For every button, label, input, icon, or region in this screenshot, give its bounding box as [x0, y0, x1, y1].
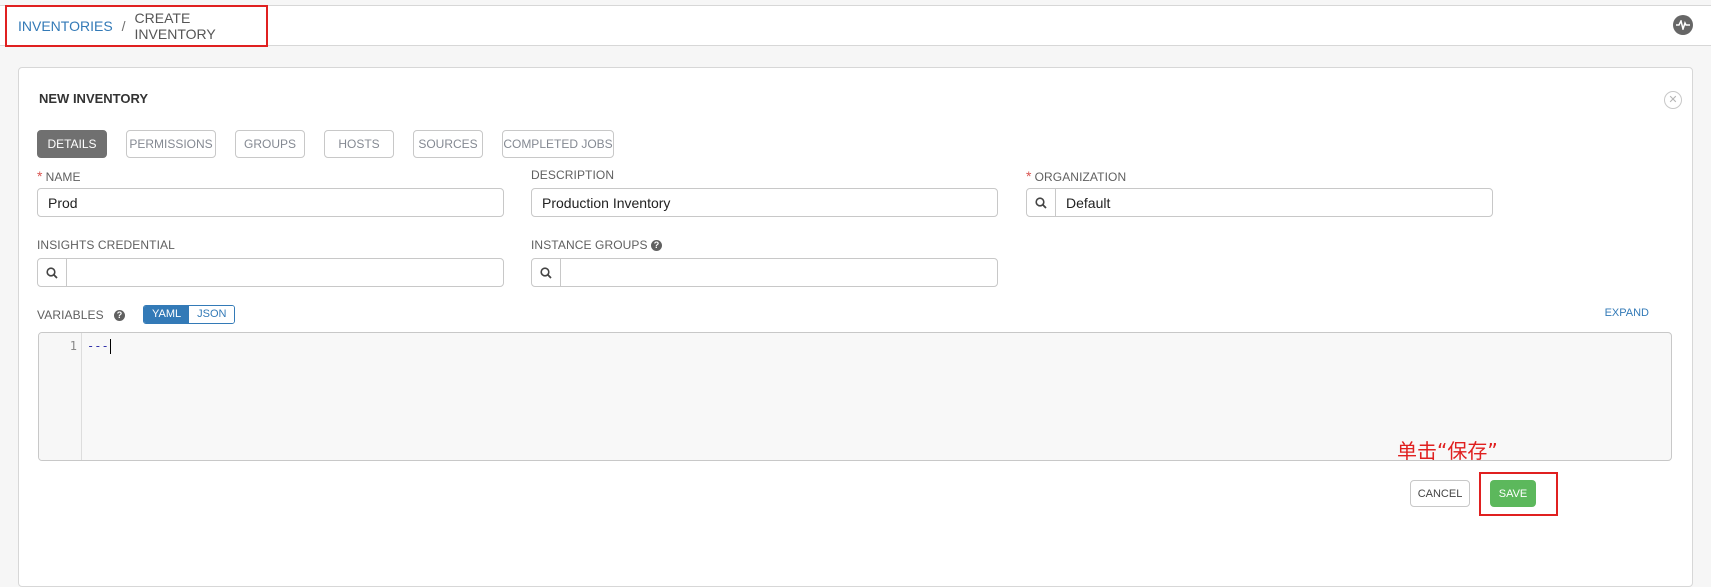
new-inventory-panel: NEW INVENTORY ✕ DETAILS PERMISSIONS GROU… [18, 67, 1693, 587]
breadcrumb-current: CREATE INVENTORY [134, 10, 216, 42]
tab-permissions[interactable]: PERMISSIONS [126, 130, 216, 158]
text-cursor [109, 339, 111, 354]
insights-credential-label: INSIGHTS CREDENTIAL [37, 238, 175, 252]
organization-value: Default [1066, 194, 1111, 211]
expand-link[interactable]: EXPAND [1605, 307, 1649, 319]
annotation-callout: 单击“保存” [1397, 439, 1498, 463]
editor-gutter: 1 [39, 333, 82, 460]
cancel-button[interactable]: CANCEL [1410, 480, 1470, 507]
editor-content[interactable]: --- [87, 339, 111, 354]
tab-hosts[interactable]: HOSTS [324, 130, 394, 158]
close-icon[interactable]: ✕ [1664, 91, 1682, 109]
help-icon[interactable]: ? [114, 310, 126, 322]
top-bar: INVENTORIES / CREATE INVENTORY [0, 5, 1711, 47]
tab-completed-jobs[interactable]: COMPLETED JOBS [502, 130, 614, 158]
save-button[interactable]: SAVE [1490, 480, 1536, 507]
activity-stream-icon[interactable] [1673, 15, 1693, 35]
help-icon[interactable]: ? [651, 240, 663, 252]
required-marker: * [37, 168, 43, 184]
panel-title: NEW INVENTORY [39, 91, 149, 106]
breadcrumb-inventories-link[interactable]: INVENTORIES [18, 18, 113, 34]
json-toggle[interactable]: JSON [189, 306, 235, 323]
variables-format-toggle: YAML JSON [143, 305, 236, 324]
instance-groups-field[interactable] [531, 258, 998, 287]
organization-label: * ORGANIZATION [1026, 168, 1127, 184]
breadcrumb-separator: / [121, 18, 126, 34]
instance-groups-label: INSTANCE GROUPS ? [531, 238, 663, 252]
search-icon[interactable] [532, 259, 561, 286]
tab-groups[interactable]: GROUPS [235, 130, 305, 158]
description-value: Production Inventory [542, 194, 671, 211]
search-icon[interactable] [1027, 189, 1056, 216]
search-icon[interactable] [38, 259, 67, 286]
description-field[interactable]: Production Inventory [531, 188, 998, 217]
insights-credential-field[interactable] [37, 258, 504, 287]
variables-label: VARIABLES ? [37, 308, 126, 322]
name-value: Prod [48, 194, 78, 211]
breadcrumb: INVENTORIES / CREATE INVENTORY [5, 5, 268, 47]
organization-field[interactable]: Default [1026, 188, 1493, 217]
tab-details[interactable]: DETAILS [37, 130, 107, 158]
editor-text: --- [87, 339, 109, 353]
name-label: * NAME [37, 168, 81, 184]
description-label: DESCRIPTION [531, 168, 615, 182]
name-field[interactable]: Prod [37, 188, 504, 217]
required-marker: * [1026, 168, 1032, 184]
yaml-toggle[interactable]: YAML [144, 306, 190, 323]
line-number: 1 [69, 339, 77, 353]
tab-sources[interactable]: SOURCES [413, 130, 483, 158]
